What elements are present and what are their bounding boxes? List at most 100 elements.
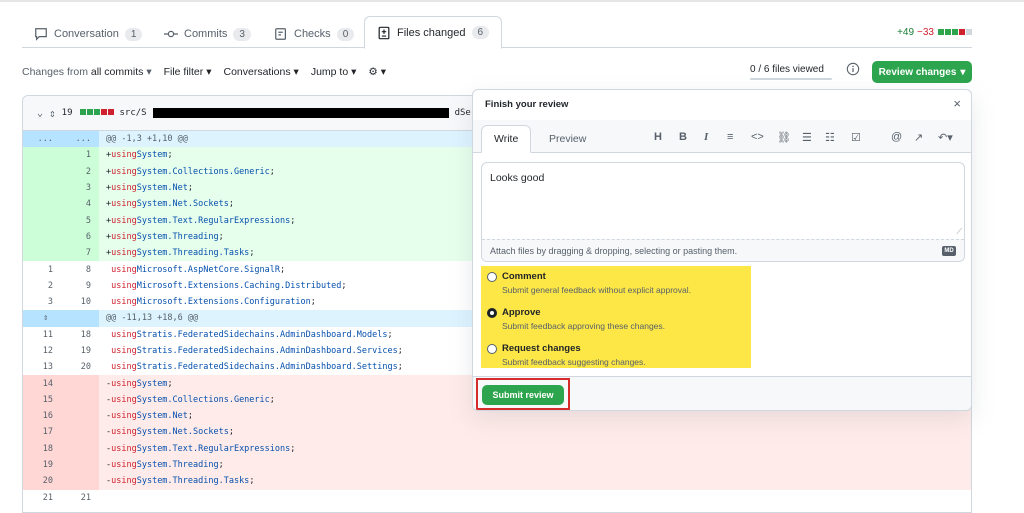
expand-icon[interactable]: ⇕ [49, 107, 56, 120]
old-line-number[interactable]: 1 [23, 261, 61, 277]
code-token-ns: System [136, 150, 168, 161]
ordered-list-icon[interactable]: ☷ [825, 131, 835, 144]
new-line-number[interactable]: 21 [61, 490, 99, 506]
new-line-number[interactable]: 18 [61, 327, 99, 343]
code-icon[interactable]: <> [751, 131, 764, 143]
code-token-kw: using [111, 378, 137, 389]
tab-preview[interactable]: Preview [537, 125, 598, 153]
expand-icon[interactable]: ⇕ [43, 313, 48, 323]
old-line-number[interactable] [23, 196, 61, 213]
mention-icon[interactable]: @ [891, 131, 902, 143]
new-line-number[interactable]: 5 [61, 212, 99, 229]
old-line-number[interactable]: 21 [23, 490, 61, 506]
new-line-number[interactable]: 8 [61, 261, 99, 277]
old-line-number[interactable] [23, 228, 61, 246]
reference-icon[interactable]: ↗ [914, 131, 923, 144]
new-line-number[interactable]: 3 [61, 179, 99, 197]
old-line-number[interactable] [23, 147, 61, 164]
old-line-number[interactable] [23, 310, 43, 327]
old-line-number[interactable]: 13 [23, 359, 61, 375]
code-token-kw: using [111, 231, 137, 242]
new-line-number[interactable]: ... [61, 131, 99, 148]
unordered-list-icon[interactable]: ☰ [802, 131, 812, 144]
code-token-end: ; [228, 199, 234, 210]
review-type-options: Comment Submit general feedback without … [481, 266, 751, 368]
file-filter-dropdown[interactable]: File filter ▾ [164, 66, 212, 78]
old-line-number[interactable] [23, 163, 61, 180]
old-line-number[interactable]: 3 [23, 294, 61, 310]
task-list-icon[interactable]: ☑ [851, 131, 861, 144]
conversations-dropdown[interactable]: Conversations ▾ [223, 66, 298, 78]
radio-request-changes[interactable] [487, 344, 497, 354]
old-line-number[interactable] [23, 212, 61, 229]
old-line-number[interactable]: 15 [23, 391, 61, 409]
new-line-number[interactable] [61, 391, 99, 409]
settings-dropdown[interactable]: ⚙ ▾ [368, 66, 386, 78]
old-line-number[interactable] [23, 179, 61, 197]
resize-handle-icon[interactable]: ⟋ [956, 227, 962, 237]
old-line-number[interactable]: 18 [23, 440, 61, 457]
old-line-number[interactable]: 2 [23, 278, 61, 294]
heading-icon[interactable]: H [654, 131, 662, 143]
new-line-number[interactable]: 6 [61, 228, 99, 246]
new-line-number[interactable] [61, 408, 99, 425]
old-line-number[interactable]: 14 [23, 375, 61, 392]
code-token-kw: using [111, 166, 137, 177]
old-line-number[interactable]: 20 [23, 473, 61, 490]
quote-icon[interactable]: ≡ [727, 131, 733, 143]
tab-commits[interactable]: Commits 3 [164, 20, 251, 48]
code-token-end: ; [167, 150, 173, 161]
code-token-kw: using [111, 460, 137, 471]
old-line-number[interactable]: 12 [23, 343, 61, 359]
bold-icon[interactable]: B [679, 131, 687, 143]
new-line-number[interactable]: 4 [61, 196, 99, 213]
code-token-ns: Stratis.FederatedSidechains.AdminDashboa… [136, 329, 388, 340]
files-viewed-label: 0 / 6 files viewed [750, 64, 824, 75]
tab-conversation-count: 1 [124, 27, 143, 41]
chevron-down-icon[interactable]: ⌄ [37, 108, 43, 119]
tab-conversation[interactable]: Conversation 1 [34, 20, 143, 48]
new-line-number[interactable] [61, 473, 99, 490]
tab-checks[interactable]: Checks 0 [274, 20, 355, 48]
new-line-number[interactable] [61, 456, 99, 474]
file-path-prefix[interactable]: src/S [120, 108, 147, 118]
new-line-number[interactable] [61, 424, 99, 441]
new-line-number[interactable]: 19 [61, 343, 99, 359]
code-token-kw: using [111, 329, 137, 340]
tab-write[interactable]: Write [481, 125, 532, 153]
info-icon[interactable] [846, 62, 860, 76]
submit-review-button[interactable]: Submit review [482, 385, 564, 405]
new-line-number[interactable]: 2 [61, 163, 99, 180]
code-token-ns: Microsoft.Extensions.Caching.Distributed [136, 280, 342, 291]
old-line-number[interactable]: ... [23, 131, 61, 148]
new-line-number[interactable]: 9 [61, 278, 99, 294]
old-line-number[interactable] [23, 245, 61, 262]
attach-files-hint[interactable]: Attach files by dragging & dropping, sel… [482, 239, 964, 261]
new-line-number[interactable] [61, 375, 99, 392]
old-line-number[interactable]: 19 [23, 456, 61, 474]
new-line-number[interactable]: 7 [61, 245, 99, 262]
code-token-kw: using [111, 183, 137, 194]
new-line-number[interactable]: 20 [61, 359, 99, 375]
changes-from-dropdown[interactable]: Changes from all commits ▾ [22, 66, 152, 78]
link-icon[interactable]: ⛓ [777, 131, 791, 144]
old-line-number[interactable]: 17 [23, 424, 61, 441]
code-line: - using System.Threading.Tasks; [99, 473, 971, 490]
markdown-icon: MD [942, 246, 956, 256]
new-line-number[interactable] [61, 440, 99, 457]
old-line-number[interactable]: 11 [23, 327, 61, 343]
review-comment-textarea[interactable]: Looks good ⟋ Attach files by dragging & … [481, 162, 965, 262]
italic-icon[interactable]: I [704, 131, 708, 143]
new-line-number[interactable]: ⇕ [43, 310, 99, 327]
undo-dropdown-icon[interactable]: ↶▾ [938, 131, 953, 144]
new-line-number[interactable]: 1 [61, 147, 99, 164]
review-changes-button[interactable]: Review changes ▾ [872, 61, 972, 83]
new-line-number[interactable]: 10 [61, 294, 99, 310]
close-icon[interactable]: × [953, 96, 961, 111]
radio-approve[interactable] [487, 308, 497, 318]
old-line-number[interactable]: 16 [23, 408, 61, 425]
radio-comment[interactable] [487, 272, 497, 282]
caret-down-icon: ▾ [206, 66, 212, 78]
tab-files-changed[interactable]: Files changed 6 [364, 16, 503, 49]
jump-to-dropdown[interactable]: Jump to ▾ [311, 66, 357, 78]
